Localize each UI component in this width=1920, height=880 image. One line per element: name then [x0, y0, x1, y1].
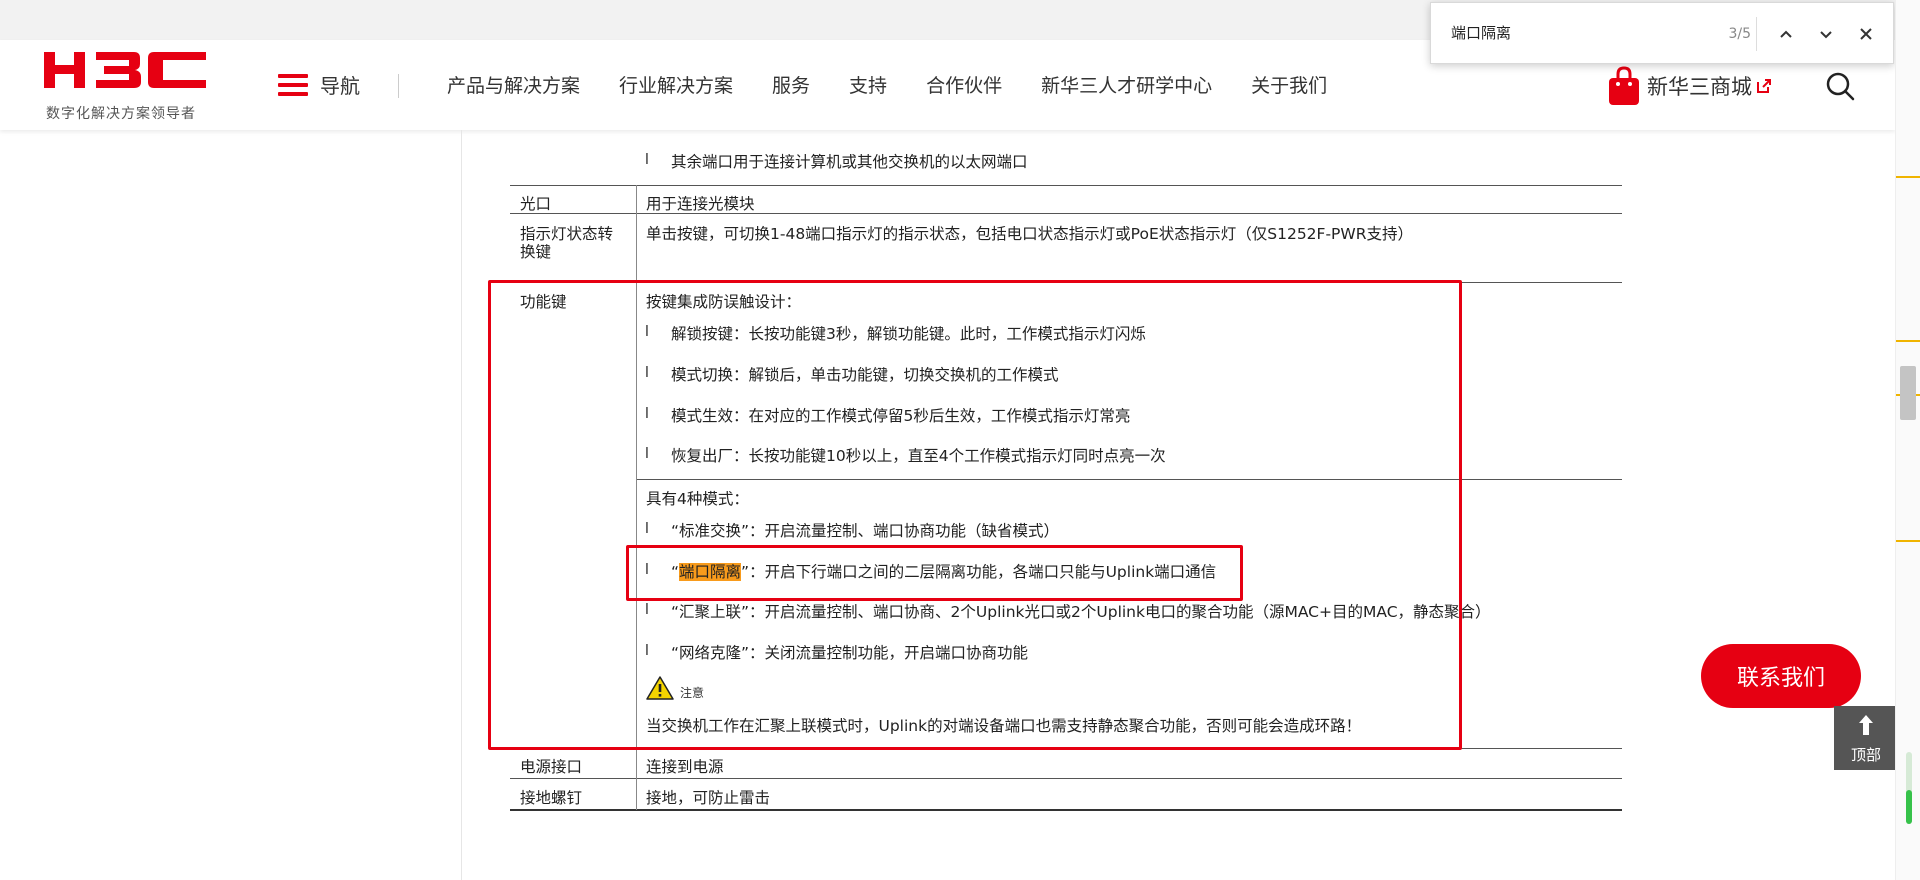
find-next-icon[interactable] [1816, 24, 1836, 44]
ethernet-other-ports-text: 其余端口用于连接计算机或其他交换机的以太网端口 [671, 153, 1028, 171]
menu-item-products[interactable]: 产品与解决方案 [447, 71, 580, 98]
scrollbar-match-marker [1896, 540, 1920, 542]
table-divider [510, 213, 1622, 214]
page-scrollbar[interactable] [1895, 0, 1920, 880]
row-label-optical: 光口 [520, 195, 552, 213]
search-icon[interactable] [1824, 70, 1856, 102]
find-divider [1756, 17, 1757, 51]
bullet-marker: l [645, 152, 649, 168]
external-link-icon [1757, 79, 1771, 93]
shopping-bag-icon [1609, 66, 1639, 105]
shop-link[interactable]: 新华三商城 [1607, 66, 1772, 106]
row-label-power: 电源接口 [520, 758, 583, 776]
find-input[interactable] [1451, 23, 1701, 41]
menu-item-about[interactable]: 关于我们 [1251, 71, 1327, 98]
row-label-led-switch-2: 换键 [520, 243, 552, 261]
annotation-box-port-isolation [626, 545, 1243, 601]
row-label-ground: 接地螺钉 [520, 789, 583, 807]
row-desc-power: 连接到电源 [646, 758, 724, 776]
annotation-box-function-key [488, 280, 1462, 750]
find-close-icon[interactable] [1856, 24, 1876, 44]
find-match-count: 3/5 [1728, 26, 1751, 42]
nav-label: 导航 [320, 74, 360, 98]
row-desc-ground: 接地，可防止雷击 [646, 789, 771, 807]
contact-us-button[interactable]: 联系我们 [1701, 644, 1861, 708]
table-divider [510, 778, 1622, 779]
scroll-progress-fill [1906, 790, 1912, 824]
row-desc-led-switch: 单击按键，可切换1-48端口指示灯的指示状态，包括电口状态指示灯或PoE状态指示… [646, 225, 1413, 243]
row-desc-optical: 用于连接光模块 [646, 195, 755, 213]
nav-divider [398, 74, 399, 98]
back-to-top-label: 顶部 [1850, 746, 1881, 764]
nav-menu-toggle[interactable]: 导航 [278, 70, 360, 99]
scrollbar-match-marker [1896, 340, 1920, 342]
menu-item-talent-center[interactable]: 新华三人才研学中心 [1041, 71, 1212, 98]
logo-subtitle: 数字化解决方案领导者 [46, 106, 196, 122]
scrollbar-match-marker [1896, 176, 1920, 178]
hamburger-icon [278, 73, 308, 96]
table-bottom-border [510, 809, 1622, 811]
menu-item-partners[interactable]: 合作伙伴 [926, 71, 1002, 98]
menu-item-industry[interactable]: 行业解决方案 [619, 71, 733, 98]
scrollbar-thumb[interactable] [1900, 366, 1916, 420]
arrow-up-icon [1859, 715, 1873, 735]
shop-label: 新华三商城 [1647, 75, 1752, 99]
menu-item-support[interactable]: 支持 [849, 71, 887, 98]
table-divider [510, 185, 1622, 186]
content-left-border [461, 130, 462, 880]
main-menu: 产品与解决方案 行业解决方案 服务 支持 合作伙伴 新华三人才研学中心 关于我们 [447, 71, 1366, 98]
find-in-page-bar: 3/5 [1430, 2, 1894, 64]
back-to-top-button[interactable]: 顶部 [1834, 706, 1898, 770]
menu-item-services[interactable]: 服务 [772, 71, 810, 98]
find-previous-icon[interactable] [1776, 24, 1796, 44]
